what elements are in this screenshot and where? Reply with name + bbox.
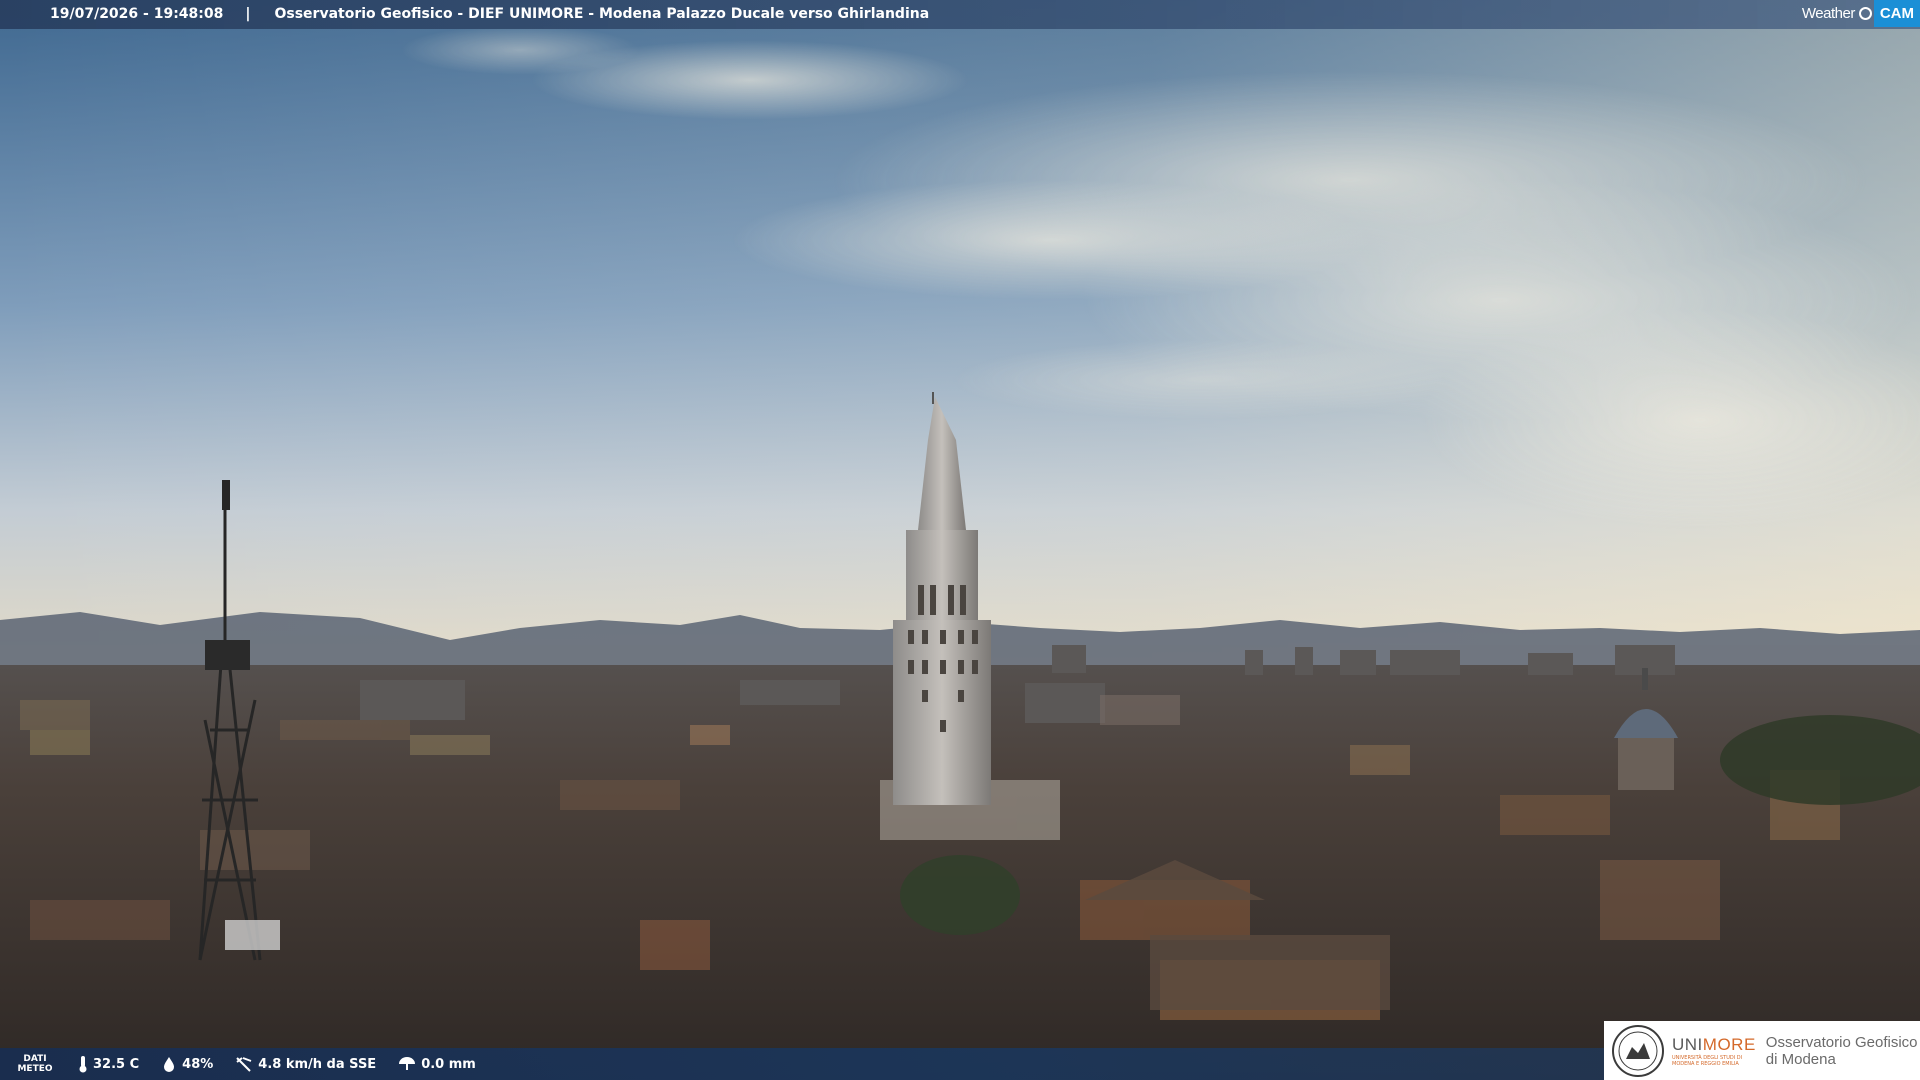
- webcam-scene: [0, 0, 1920, 1080]
- wind-value: 4.8 km/h da SSE: [258, 1056, 377, 1072]
- observatory-line1: Osservatorio Geofisico: [1765, 1033, 1918, 1051]
- brand-dot-icon: [1858, 7, 1872, 20]
- top-caption-bar: 19/07/2026 - 19:48:08 | Osservatorio Geo…: [0, 0, 1920, 29]
- weathercam-brand: Weather CAM: [1796, 0, 1920, 27]
- humidity-drop-icon: [164, 1057, 175, 1072]
- palazzo-roof: [1150, 935, 1390, 1010]
- unimore-name: UNIMORE: [1672, 1035, 1756, 1055]
- unimore-name-part2: MORE: [1702, 1034, 1756, 1054]
- temperature-value: 32.5 C: [93, 1056, 140, 1072]
- weather-label: DATI METEO: [14, 1054, 56, 1074]
- rain-reading: 0.0 mm: [398, 1056, 476, 1072]
- weather-label-line2: METEO: [17, 1064, 53, 1074]
- umbrella-icon: [399, 1057, 416, 1070]
- brand-cam-text: CAM: [1873, 0, 1920, 27]
- rain-value: 0.0 mm: [421, 1056, 476, 1072]
- unimore-name-part1: UNI: [1672, 1034, 1703, 1054]
- weather-label-line1: DATI: [23, 1054, 47, 1064]
- university-seal-icon: [1612, 1024, 1664, 1077]
- unimore-wordmark: UNIMORE UNIVERSITÀ DEGLI STUDI DI MODENA…: [1672, 1035, 1756, 1067]
- unimore-logo-panel: UNIMORE UNIVERSITÀ DEGLI STUDI DI MODENA…: [1604, 1021, 1920, 1080]
- caption-separator: |: [245, 6, 251, 22]
- timestamp: 19/07/2026 - 19:48:08: [50, 6, 224, 22]
- humidity-value: 48%: [182, 1056, 214, 1072]
- camera-caption: Osservatorio Geofisico - DIEF UNIMORE - …: [274, 6, 930, 22]
- humidity-reading: 48%: [161, 1056, 213, 1072]
- temperature-reading: 32.5 C: [78, 1055, 139, 1073]
- brand-weather-text: Weather: [1801, 5, 1855, 22]
- wind-vane-icon: [236, 1057, 252, 1072]
- observatory-line2: di Modena: [1765, 1050, 1836, 1068]
- unimore-subtitle: UNIVERSITÀ DEGLI STUDI DI MODENA E REGGI…: [1672, 1054, 1743, 1067]
- observatory-name: Osservatorio Geofisico di Modena: [1766, 1034, 1918, 1068]
- thermometer-icon: [79, 1056, 87, 1073]
- wind-reading: 4.8 km/h da SSE: [235, 1056, 376, 1072]
